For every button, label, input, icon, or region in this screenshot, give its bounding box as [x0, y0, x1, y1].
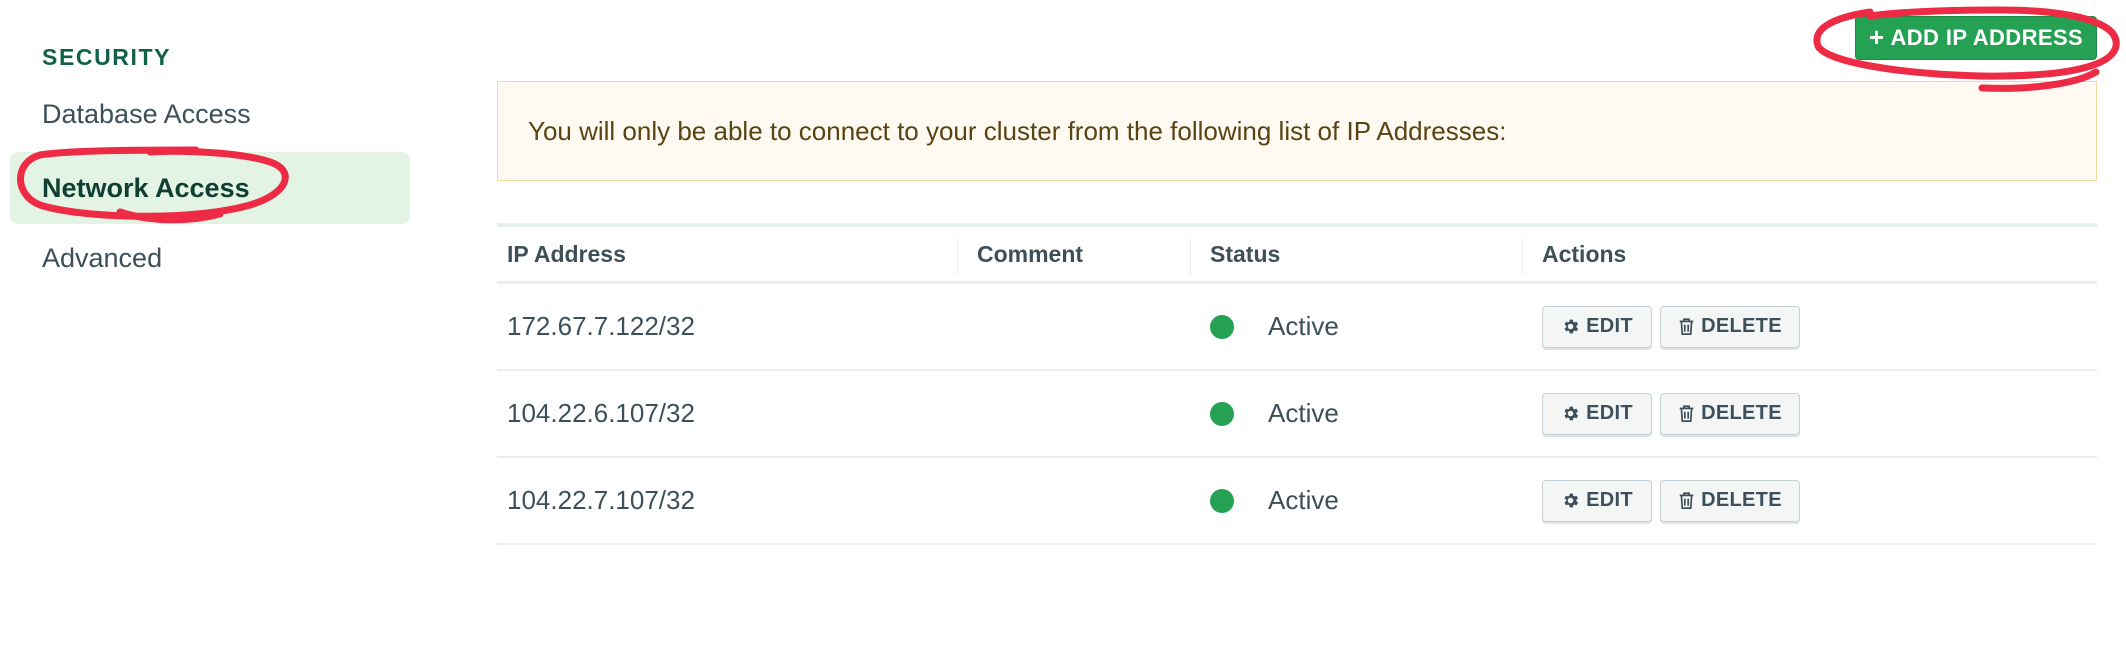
table-row: 104.22.7.107/32 Active EDIT DELETE: [497, 458, 2097, 545]
status-cell: Active: [1210, 371, 1339, 456]
edit-button[interactable]: EDIT: [1542, 479, 1652, 522]
delete-button-label: DELETE: [1701, 402, 1782, 424]
sidebar-heading: SECURITY: [42, 44, 172, 70]
column-header-comment: Comment: [977, 240, 1084, 267]
edit-button-label: EDIT: [1586, 489, 1633, 511]
plus-icon: +: [1868, 22, 1885, 52]
column-header-status: Status: [1210, 240, 1281, 267]
edit-button-label: EDIT: [1586, 402, 1633, 424]
ip-address-cell: 104.22.6.107/32: [507, 398, 695, 428]
edit-button-label: EDIT: [1586, 315, 1633, 337]
delete-button-label: DELETE: [1701, 315, 1782, 337]
status-active-dot-icon: [1210, 314, 1234, 339]
trash-icon: [1678, 491, 1695, 510]
status-active-dot-icon: [1210, 401, 1234, 426]
ip-access-list-table: IP Address Comment Status Actions 172.67…: [497, 223, 2097, 545]
sidebar-item-advanced[interactable]: Advanced: [10, 222, 410, 294]
gear-icon: [1561, 317, 1580, 336]
status-cell: Active: [1210, 458, 1339, 543]
delete-button-label: DELETE: [1701, 489, 1782, 511]
column-divider: [1522, 239, 1523, 275]
table-row: 104.22.6.107/32 Active EDIT DELETE: [497, 371, 2097, 458]
edit-button[interactable]: EDIT: [1542, 392, 1652, 435]
info-banner: You will only be able to connect to your…: [497, 81, 2097, 181]
delete-button[interactable]: DELETE: [1660, 392, 1800, 435]
trash-icon: [1678, 317, 1695, 336]
sidebar-item-network-access[interactable]: Network Access: [10, 152, 410, 224]
info-banner-text: You will only be able to connect to your…: [528, 115, 1507, 146]
add-ip-address-label: ADD IP ADDRESS: [1890, 25, 2084, 50]
add-ip-address-button[interactable]: + ADD IP ADDRESS: [1855, 16, 2097, 60]
edit-button[interactable]: EDIT: [1542, 305, 1652, 348]
delete-button[interactable]: DELETE: [1660, 305, 1800, 348]
status-active-dot-icon: [1210, 488, 1234, 513]
actions-cell: EDIT DELETE: [1542, 458, 1800, 543]
ip-address-cell: 172.67.7.122/32: [507, 311, 695, 341]
column-divider: [957, 239, 958, 275]
delete-button[interactable]: DELETE: [1660, 479, 1800, 522]
status-label: Active: [1268, 485, 1339, 515]
trash-icon: [1678, 404, 1695, 423]
status-label: Active: [1268, 398, 1339, 428]
column-divider: [1190, 239, 1191, 275]
gear-icon: [1561, 404, 1580, 423]
gear-icon: [1561, 491, 1580, 510]
sidebar: SECURITY Database Access Network Access …: [0, 0, 420, 662]
table-header: IP Address Comment Status Actions: [497, 227, 2097, 284]
status-cell: Active: [1210, 284, 1339, 369]
table-row: 172.67.7.122/32 Active EDIT DELETE: [497, 284, 2097, 371]
status-label: Active: [1268, 311, 1339, 341]
actions-cell: EDIT DELETE: [1542, 284, 1800, 369]
sidebar-item-database-access[interactable]: Database Access: [10, 78, 410, 150]
column-header-actions: Actions: [1542, 240, 1627, 267]
actions-cell: EDIT DELETE: [1542, 371, 1800, 456]
column-header-ip-address: IP Address: [507, 240, 626, 267]
ip-address-cell: 104.22.7.107/32: [507, 485, 695, 515]
